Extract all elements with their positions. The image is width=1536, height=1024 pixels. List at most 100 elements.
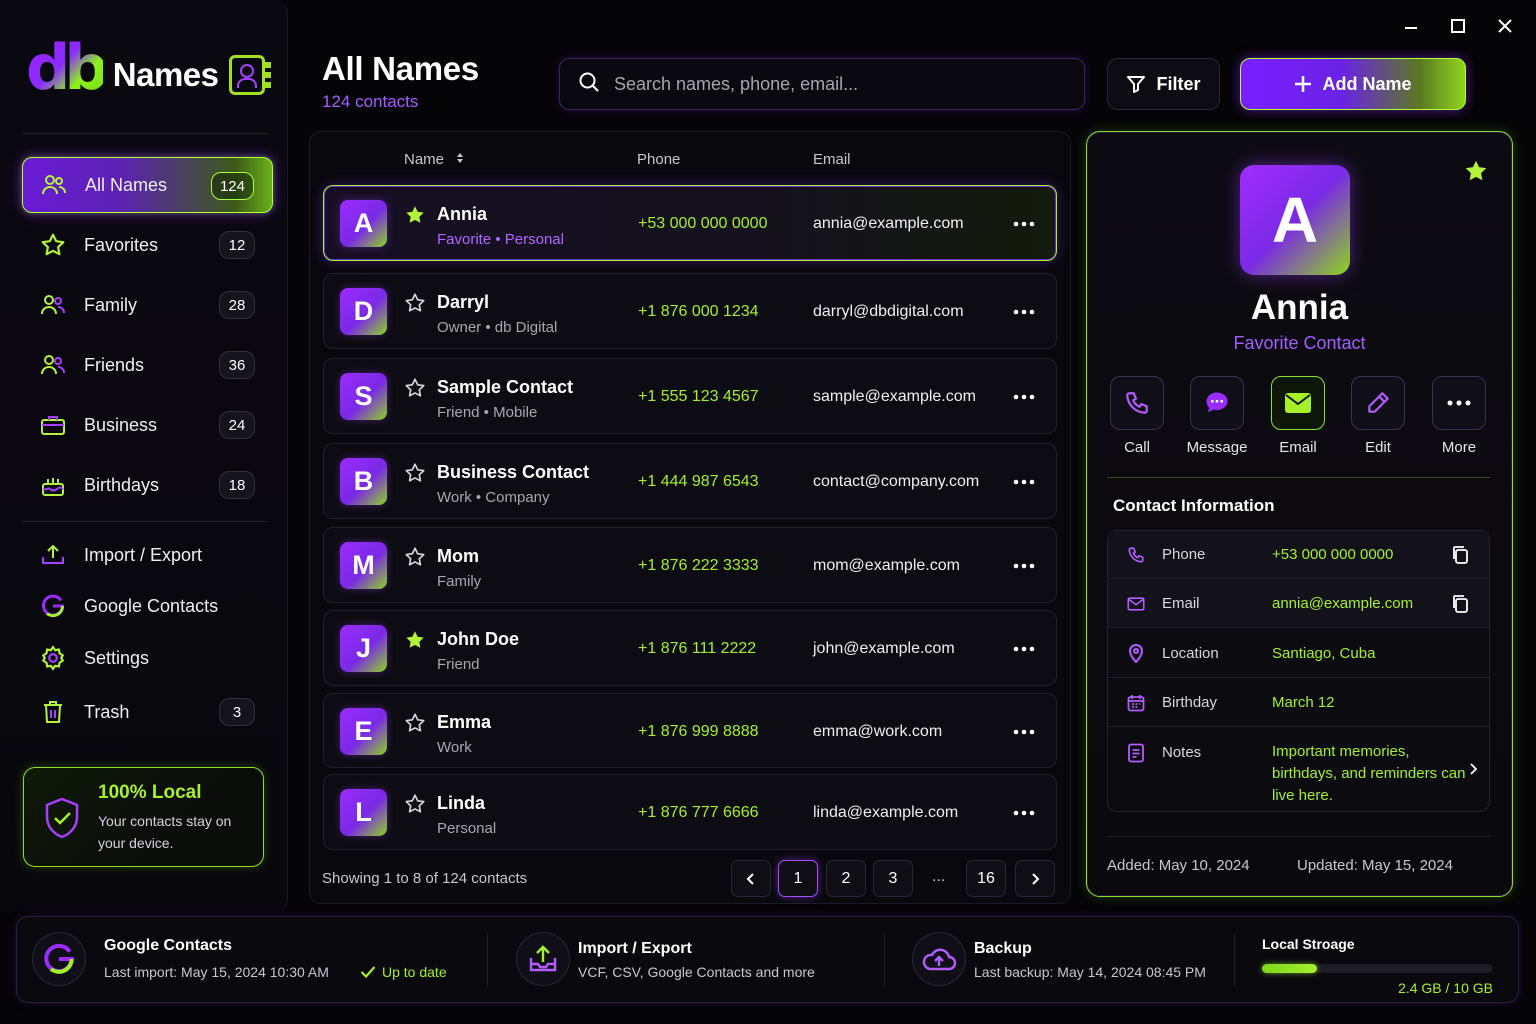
sync-status-text: Up to date bbox=[382, 964, 447, 980]
info-value: Important memories, birthdays, and remin… bbox=[1272, 743, 1466, 804]
page-button-1[interactable]: 1 bbox=[778, 860, 818, 897]
copy-icon[interactable] bbox=[1451, 594, 1471, 614]
message-label: Message bbox=[1186, 439, 1248, 456]
sidebar-item-label: All Names bbox=[85, 174, 168, 195]
more-dots-icon[interactable] bbox=[1012, 212, 1036, 236]
phone-icon bbox=[1126, 545, 1146, 565]
sidebar-item-birthdays[interactable]: Birthdays 18 bbox=[22, 457, 273, 513]
sidebar-item-label: Family bbox=[84, 294, 137, 315]
users-icon bbox=[40, 292, 66, 318]
more-dots-icon[interactable] bbox=[1012, 637, 1036, 661]
footer-divider bbox=[1234, 934, 1235, 986]
page-button-16[interactable]: 16 bbox=[966, 860, 1006, 897]
contact-avatar: B bbox=[340, 458, 387, 505]
star-outline-icon[interactable] bbox=[404, 793, 426, 815]
storage-title: Local Stroage bbox=[1262, 936, 1355, 952]
sidebar-item-friends[interactable]: Friends 36 bbox=[22, 337, 273, 393]
more-button[interactable] bbox=[1432, 376, 1486, 430]
more-dots-icon[interactable] bbox=[1012, 470, 1036, 494]
contact-count: 124 contacts bbox=[322, 92, 419, 111]
sidebar-item-business[interactable]: Business 24 bbox=[22, 397, 273, 453]
info-label: Location bbox=[1162, 645, 1219, 662]
message-button[interactable] bbox=[1190, 376, 1244, 430]
envelope-icon bbox=[1285, 393, 1311, 413]
updated-date: Updated: May 15, 2024 bbox=[1297, 857, 1453, 874]
chevron-right-icon bbox=[1032, 872, 1040, 885]
sidebar-item-label: Google Contacts bbox=[84, 595, 219, 616]
import-export-icon[interactable] bbox=[516, 932, 570, 986]
contact-row[interactable]: E Emma Work +1 876 999 8888 emma@work.com bbox=[323, 693, 1057, 768]
contact-row[interactable]: M Mom Family +1 876 222 3333 mom@example.com bbox=[323, 527, 1057, 603]
sidebar-item-family[interactable]: Family 28 bbox=[22, 277, 273, 333]
add-name-button[interactable]: Add Name bbox=[1240, 58, 1466, 110]
contact-avatar: M bbox=[340, 542, 387, 589]
contact-name: John Doe bbox=[437, 629, 520, 649]
favorite-star-icon[interactable] bbox=[1463, 158, 1489, 189]
page-button-2[interactable]: 2 bbox=[826, 860, 866, 897]
sidebar-item-import-export[interactable]: Import / Export bbox=[22, 527, 273, 583]
contact-phone: +1 876 222 3333 bbox=[638, 557, 759, 574]
page-button-3[interactable]: 3 bbox=[873, 860, 913, 897]
contact-row[interactable]: B Business Contact Work • Company +1 444 98… bbox=[323, 443, 1057, 519]
added-date: Added: May 10, 2024 bbox=[1107, 857, 1250, 874]
star-outline-icon[interactable] bbox=[404, 462, 426, 484]
filter-button[interactable]: Filter bbox=[1107, 58, 1220, 110]
more-dots-icon[interactable] bbox=[1012, 801, 1036, 825]
info-label: Notes bbox=[1162, 744, 1202, 761]
star-filled-icon[interactable] bbox=[404, 204, 426, 226]
users-icon bbox=[41, 172, 67, 198]
minimize-button[interactable] bbox=[1399, 14, 1423, 38]
trash-icon bbox=[40, 699, 66, 725]
next-page-button[interactable] bbox=[1015, 860, 1055, 897]
edit-button[interactable] bbox=[1351, 376, 1405, 430]
count-badge: 28 bbox=[219, 291, 255, 319]
copy-icon[interactable] bbox=[1451, 545, 1471, 565]
sidebar-item-all-names[interactable]: All Names 124 bbox=[22, 157, 273, 213]
contact-row[interactable]: J John Doe Friend +1 876 111 2222 john@examp… bbox=[323, 610, 1057, 686]
storage-bar-fill bbox=[1262, 964, 1317, 973]
more-dots-icon[interactable] bbox=[1012, 300, 1036, 324]
contact-email: mom@example.com bbox=[813, 557, 960, 574]
sidebar-item-google-contacts[interactable]: Google Contacts bbox=[22, 578, 273, 634]
storage-used: 2.4 GB / 10 GB bbox=[1398, 980, 1493, 996]
local-text: Your contacts stay on your device. bbox=[98, 813, 232, 851]
contact-name: Business Contact bbox=[437, 462, 590, 482]
calendar-icon bbox=[1126, 693, 1146, 713]
star-outline-icon[interactable] bbox=[404, 292, 426, 314]
more-dots-icon[interactable] bbox=[1012, 720, 1036, 744]
star-outline-icon[interactable] bbox=[404, 712, 426, 734]
contact-row[interactable]: A Annia Favorite • Personal +53 000 000 000… bbox=[323, 185, 1057, 261]
contact-avatar: S bbox=[340, 373, 387, 420]
column-header-name[interactable]: Name bbox=[404, 151, 464, 168]
google-icon bbox=[32, 932, 86, 986]
contact-row[interactable]: D Darryl Owner • db Digital +1 876 000 1234… bbox=[323, 273, 1057, 349]
edit-label: Edit bbox=[1365, 439, 1391, 456]
google-icon bbox=[40, 593, 66, 619]
more-dots-icon[interactable] bbox=[1012, 554, 1036, 578]
email-button[interactable] bbox=[1271, 376, 1325, 430]
count-badge: 12 bbox=[219, 231, 255, 259]
contact-row[interactable]: L Linda Personal +1 876 777 6666 linda@examp… bbox=[323, 774, 1057, 850]
local-title: 100% Local bbox=[98, 782, 202, 803]
info-row-notes[interactable]: Notes Important memories, birthdays, and… bbox=[1108, 728, 1489, 811]
search-input[interactable]: Search names, phone, email... bbox=[559, 58, 1085, 110]
sidebar-item-settings[interactable]: Settings bbox=[22, 630, 273, 686]
more-dots-icon[interactable] bbox=[1012, 385, 1036, 409]
call-button[interactable] bbox=[1110, 376, 1164, 430]
star-filled-icon[interactable] bbox=[404, 629, 426, 651]
column-header-label: Name bbox=[404, 151, 445, 168]
close-button[interactable] bbox=[1493, 14, 1517, 38]
info-row-phone: Phone +53 000 000 0000 bbox=[1108, 531, 1489, 579]
import-export-text: VCF, CSV, Google Contacts and more bbox=[578, 964, 815, 980]
app-logo: db Names bbox=[26, 37, 271, 110]
prev-page-button[interactable] bbox=[731, 860, 771, 897]
contact-name: Annia bbox=[1250, 288, 1349, 327]
star-outline-icon[interactable] bbox=[404, 546, 426, 568]
sidebar-item-favorites[interactable]: Favorites 12 bbox=[22, 217, 273, 273]
cloud-backup-icon[interactable] bbox=[912, 932, 966, 986]
sidebar-item-trash[interactable]: Trash 3 bbox=[22, 684, 273, 740]
contact-row[interactable]: S Sample Contact Friend • Mobile +1 555 123… bbox=[323, 358, 1057, 434]
chevron-left-icon bbox=[746, 872, 754, 885]
maximize-button[interactable] bbox=[1446, 14, 1470, 38]
star-outline-icon[interactable] bbox=[404, 377, 426, 399]
